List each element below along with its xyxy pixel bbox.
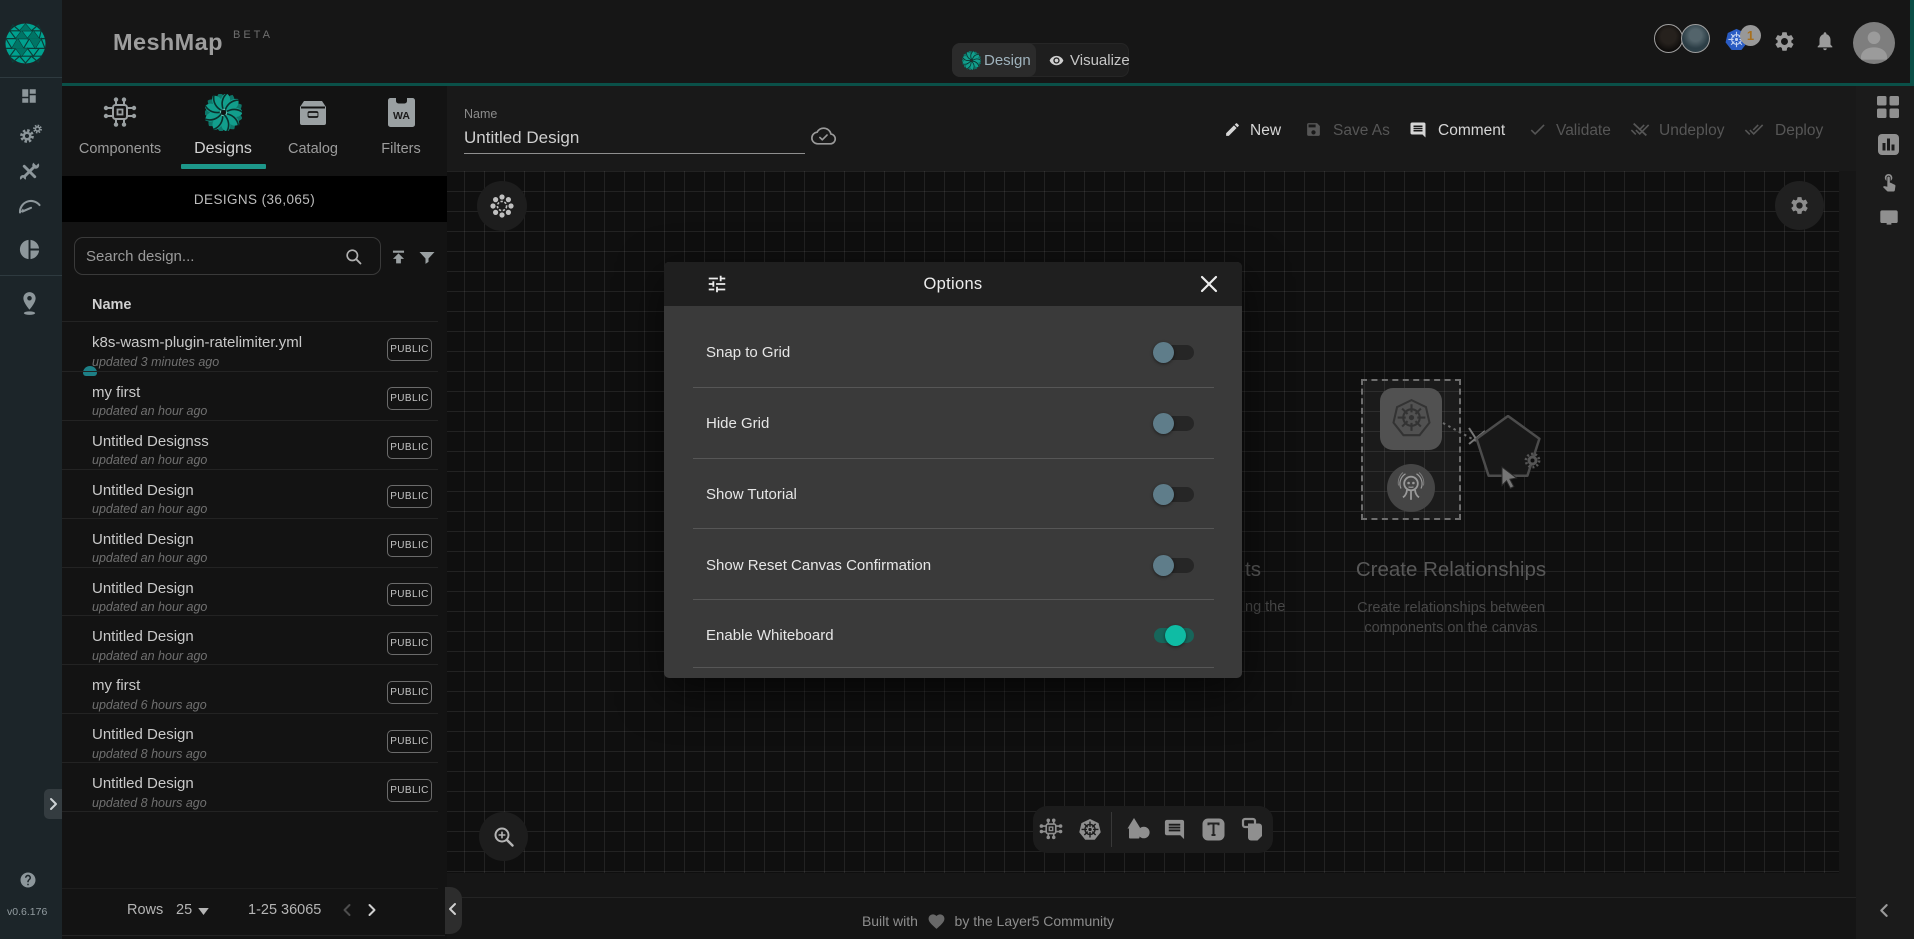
svg-text:WA: WA — [393, 110, 410, 122]
